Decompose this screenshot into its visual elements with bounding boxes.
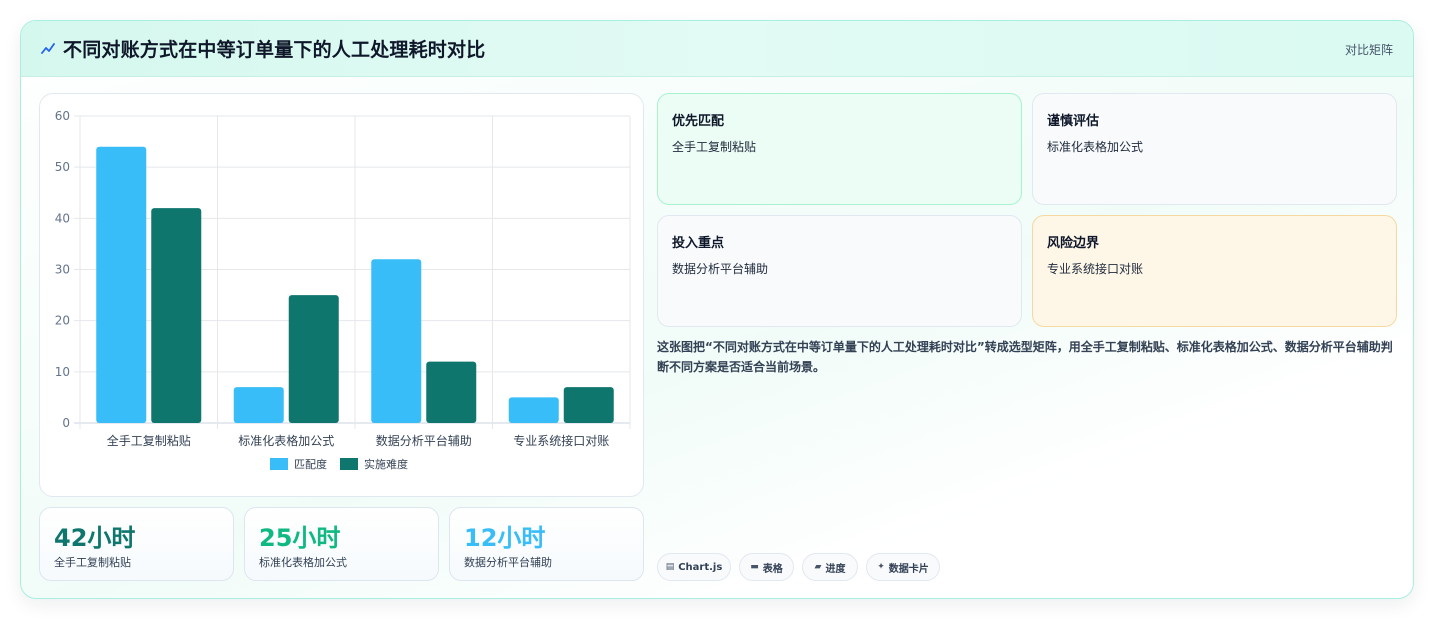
x-tick-label: 全手工复制粘贴 <box>107 433 191 448</box>
card-title: 投入重点 <box>672 236 725 251</box>
card-title: 谨慎评估 <box>1047 114 1100 129</box>
tag-data-cards[interactable]: ✦ 数据卡片 <box>866 553 940 581</box>
stat-card-platform: 12小时 数据分析平台辅助 <box>449 507 644 581</box>
legend-swatch <box>340 458 358 470</box>
stat-value: 12小时 <box>464 524 546 552</box>
y-tick-label: 30 <box>55 263 70 277</box>
card-investment-focus: 投入重点 数据分析平台辅助 <box>657 215 1022 327</box>
description: 这张图把“不同对账方式在中等订单量下的人工处理耗时对比”转成选型矩阵，用全手工复… <box>657 340 1393 374</box>
bar <box>151 208 202 423</box>
stat-value: 25小时 <box>259 524 341 552</box>
tag-label: 进度 <box>825 563 846 575</box>
stat-card-manual: 42小时 全手工复制粘贴 <box>39 507 234 581</box>
bar-chart: 0 10 20 30 40 50 60 全手工复制粘贴 标准化表格加公式 数据分析平台辅助 专业系统… <box>55 109 631 471</box>
bar <box>288 295 339 423</box>
table-icon: ▬ <box>750 562 759 572</box>
stat-label: 数据分析平台辅助 <box>464 556 552 569</box>
card-icon: ✦ <box>877 562 885 572</box>
legend-label: 实施难度 <box>364 457 408 471</box>
y-tick-label: 50 <box>55 160 70 174</box>
chart-icon: ▤ <box>665 562 675 572</box>
report-card: 不同对账方式在中等订单量下的人工处理耗时对比 对比矩阵 0 10 20 30 40 50 6… <box>20 20 1414 599</box>
bar <box>96 146 147 423</box>
stat-card-spreadsheet: 25小时 标准化表格加公式 <box>244 507 439 581</box>
tag-label: Chart.js <box>678 561 723 573</box>
bar <box>426 361 477 423</box>
chart-panel: 0 10 20 30 40 50 60 全手工复制粘贴 标准化表格加公式 数据分析平台辅助 专业系统… <box>39 93 644 497</box>
progress-icon: ▰ <box>814 562 822 572</box>
y-tick-label: 10 <box>55 365 70 379</box>
y-tick-label: 60 <box>55 109 70 123</box>
card-careful-eval: 谨慎评估 标准化表格加公式 <box>1032 93 1397 205</box>
legend-label: 匹配度 <box>294 457 327 471</box>
tag-label: 表格 <box>762 563 783 575</box>
legend-swatch <box>270 458 288 470</box>
tag-table[interactable]: ▬ 表格 <box>739 553 794 581</box>
page-title: 不同对账方式在中等订单量下的人工处理耗时对比 <box>63 39 486 61</box>
stat-label: 标准化表格加公式 <box>259 556 347 569</box>
tag-progress[interactable]: ▰ 进度 <box>802 553 858 581</box>
x-tick-label: 专业系统接口对账 <box>513 433 609 448</box>
bar <box>563 387 614 423</box>
y-tick-label: 40 <box>55 211 70 225</box>
x-tick-label: 标准化表格加公式 <box>238 433 334 448</box>
x-tick-label: 数据分析平台辅助 <box>376 433 472 448</box>
tag-chartjs[interactable]: ▤ Chart.js <box>657 553 731 581</box>
tag-label: 数据卡片 <box>888 563 929 575</box>
card-text: 标准化表格加公式 <box>1047 140 1144 154</box>
matrix-label: 对比矩阵 <box>1344 43 1393 57</box>
card-header: 不同对账方式在中等订单量下的人工处理耗时对比 对比矩阵 <box>21 21 1413 77</box>
card-text: 专业系统接口对账 <box>1047 262 1144 276</box>
stat-label: 全手工复制粘贴 <box>54 556 131 569</box>
card-title: 风险边界 <box>1047 236 1100 251</box>
stat-value: 42小时 <box>54 524 136 552</box>
card-title: 优先匹配 <box>672 114 725 129</box>
bar <box>371 259 422 423</box>
card-risk-boundary: 风险边界 专业系统接口对账 <box>1032 215 1397 327</box>
card-text: 全手工复制粘贴 <box>672 140 757 154</box>
bar <box>233 387 284 423</box>
y-tick-label: 20 <box>55 314 70 328</box>
chart-spark-icon <box>41 43 55 54</box>
y-tick-label: 0 <box>62 416 70 430</box>
card-text: 数据分析平台辅助 <box>672 262 769 276</box>
bar <box>508 397 559 423</box>
card-priority-match: 优先匹配 全手工复制粘贴 <box>657 93 1022 205</box>
